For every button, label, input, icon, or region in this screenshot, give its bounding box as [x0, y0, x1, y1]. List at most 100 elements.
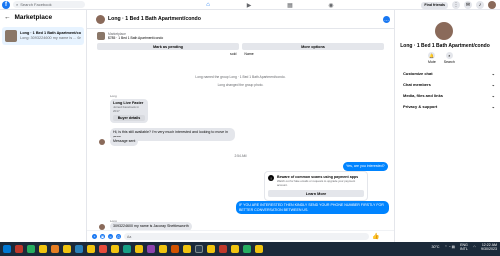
- chrome-icon[interactable]: [183, 245, 191, 253]
- bell-icon: 🔔: [428, 52, 436, 59]
- weather-temp[interactable]: 30°C: [431, 245, 439, 249]
- back-arrow-icon[interactable]: ←: [4, 14, 11, 21]
- name-tag[interactable]: Name: [244, 52, 253, 56]
- sidebar-header: ← Marketplace: [0, 10, 86, 25]
- scam-subtitle: Watch out for fake emails or requests to…: [277, 179, 356, 187]
- menu-label: Customize chat: [403, 71, 433, 76]
- app-icon[interactable]: [51, 245, 59, 253]
- mute-button[interactable]: 🔔 Mute: [428, 52, 436, 64]
- listing-thumbnail: [97, 32, 105, 40]
- sender-name: Long: [110, 94, 117, 98]
- language-indicator[interactable]: ENG INTL: [460, 243, 468, 252]
- conversation-item[interactable]: Long · 1 Bed 1 Bath Apartment/co... Long…: [2, 27, 84, 45]
- chrome-icon[interactable]: [231, 245, 239, 253]
- app-icon[interactable]: [219, 245, 227, 253]
- chrome-icon[interactable]: [207, 245, 215, 253]
- video-icon[interactable]: ▶: [244, 1, 254, 9]
- home-icon[interactable]: ⌂: [203, 1, 213, 9]
- conversation-text: Long · 1 Bed 1 Bath Apartment/co... Long…: [20, 31, 81, 41]
- chrome-icon[interactable]: [87, 245, 95, 253]
- search-icon: ⌕: [445, 52, 453, 59]
- app-icon[interactable]: [195, 245, 203, 253]
- menu-privacy-support[interactable]: Privacy & support ⌄: [403, 104, 495, 109]
- scam-warning: ! Beware of common scams using payment a…: [264, 171, 368, 201]
- facebook-logo-icon[interactable]: f: [2, 0, 10, 9]
- sidebar-title: Marketplace: [14, 14, 53, 21]
- more-options-button[interactable]: More options: [242, 43, 384, 50]
- app-icon[interactable]: [123, 245, 131, 253]
- app-icon[interactable]: [75, 245, 83, 253]
- marketplace-icon[interactable]: ▦: [285, 1, 295, 9]
- learn-more-button[interactable]: Learn More: [268, 190, 364, 197]
- top-right-controls: Find friends ⋮ ✉ ♪: [421, 1, 496, 9]
- chrome-icon[interactable]: [135, 245, 143, 253]
- main-nav: ⌂ ▶ ▦ ◉: [203, 1, 336, 9]
- conversation-avatar: [435, 22, 453, 40]
- chrome-icon[interactable]: [159, 245, 167, 253]
- app-icon[interactable]: [27, 245, 35, 253]
- card-subtitle: Joined Facebook in 2017: [113, 105, 140, 113]
- warning-icon: !: [268, 175, 274, 181]
- chrome-icon[interactable]: [255, 245, 263, 253]
- app-icon[interactable]: [15, 245, 23, 253]
- menu-label: Privacy & support: [403, 104, 438, 109]
- message-composer: + ▣ ☺ G Aa 👍: [87, 230, 394, 242]
- plus-icon[interactable]: +: [92, 234, 97, 239]
- timestamp: 2:54 AM: [234, 154, 247, 158]
- image-icon[interactable]: ▣: [100, 234, 105, 239]
- wifi-icon[interactable]: ◠: [473, 245, 476, 249]
- sticker-icon[interactable]: ☺: [108, 234, 113, 239]
- search-in-chat-button[interactable]: ⌕ Search: [444, 52, 455, 64]
- message-input[interactable]: Aa: [124, 233, 369, 240]
- chat-header: Long · 1 Bed 1 Bath Apartment/condo …: [87, 10, 394, 29]
- chevron-down-icon: ⌄: [491, 93, 495, 98]
- chrome-icon[interactable]: [111, 245, 119, 253]
- more-options-icon[interactable]: …: [383, 16, 390, 23]
- messenger-window: f ⌕ Search Facebook ⌂ ▶ ▦ ◉ Find friends…: [0, 0, 500, 256]
- chrome-icon[interactable]: [63, 245, 71, 253]
- system-message: Long changed the group photo.: [217, 83, 264, 87]
- chat-avatar[interactable]: [96, 14, 105, 24]
- menu-customize-chat[interactable]: Customize chat ⌄: [403, 71, 495, 76]
- message-bubble: Message sent: [110, 137, 139, 146]
- chat-panel: Long · 1 Bed 1 Bath Apartment/condo … Ma…: [87, 10, 394, 242]
- menu-media-files-links[interactable]: Media, files and links ⌄: [403, 93, 495, 98]
- mark-pending-button[interactable]: Mark as pending: [97, 43, 239, 50]
- message-thread[interactable]: Long named the group Long · 1 Bed 1 Bath…: [87, 67, 394, 231]
- menu-chat-members[interactable]: Chat members ⌄: [403, 82, 495, 87]
- buyer-profile-card: Long Live Faster Joined Facebook in 2017…: [110, 99, 148, 123]
- sold-tag[interactable]: sold: [230, 52, 236, 56]
- chevron-down-icon: ⌄: [491, 71, 495, 76]
- search-icon: ⌕: [16, 2, 19, 7]
- like-icon[interactable]: 👍: [372, 233, 379, 240]
- conversation-preview: Long: 3093224600 my name is ... 6m: [20, 36, 81, 40]
- find-friends-button[interactable]: Find friends: [421, 1, 448, 9]
- sender-avatar[interactable]: [99, 139, 105, 145]
- listing-text: Marketplace $785 · 1 Bed 1 Bath Apartmen…: [108, 32, 163, 40]
- tray-icons[interactable]: ⌃ ◔ ▤: [444, 245, 455, 249]
- chrome-icon[interactable]: [39, 245, 47, 253]
- start-icon[interactable]: [3, 245, 11, 253]
- chevron-down-icon: ⌄: [491, 104, 495, 109]
- chat-title[interactable]: Long · 1 Bed 1 Bath Apartment/condo: [108, 16, 201, 22]
- clock[interactable]: 12:22 AM 9/30/2023: [481, 243, 497, 252]
- search-label: Search: [443, 60, 455, 64]
- taskbar-apps: [0, 245, 263, 253]
- messenger-icon[interactable]: ✉: [464, 1, 472, 9]
- gaming-icon[interactable]: ◉: [326, 1, 336, 9]
- gif-icon[interactable]: G: [116, 234, 121, 239]
- notifications-icon[interactable]: ♪: [476, 1, 484, 9]
- app-icon[interactable]: [243, 245, 251, 253]
- search-input[interactable]: ⌕ Search Facebook: [13, 1, 85, 8]
- scam-warning-text: Beware of common scams using payment app…: [277, 175, 364, 187]
- profile-avatar[interactable]: [488, 1, 496, 9]
- listing-summary[interactable]: Marketplace $785 · 1 Bed 1 Bath Apartmen…: [87, 29, 394, 43]
- app-icon[interactable]: [147, 245, 155, 253]
- listing-thumbnail: [5, 30, 17, 42]
- conversation-info-panel: Long · 1 Bed 1 Bath Apartment/condo 🔔 Mu…: [394, 10, 500, 242]
- menu-label: Chat members: [403, 82, 431, 87]
- menu-grid-icon[interactable]: ⋮: [452, 1, 460, 9]
- app-icon[interactable]: [171, 245, 179, 253]
- buyer-details-button[interactable]: Buyer details: [113, 115, 145, 121]
- app-icon[interactable]: [99, 245, 107, 253]
